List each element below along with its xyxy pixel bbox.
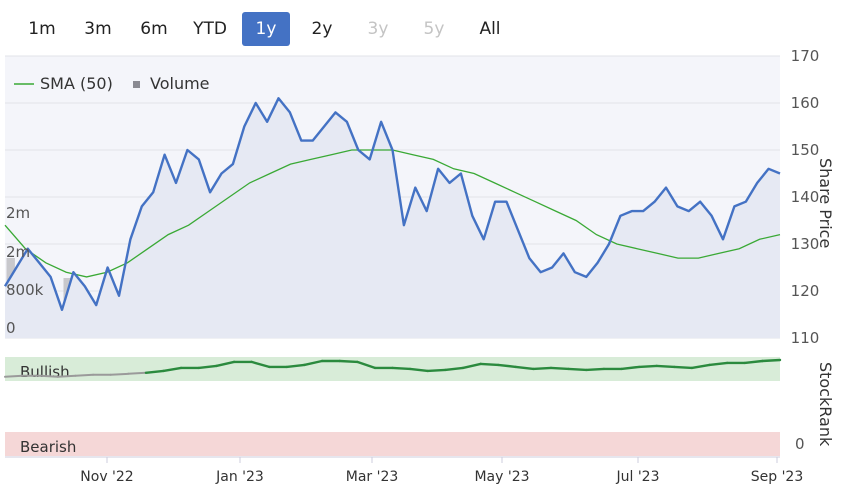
x-tick-label: Jul '23 xyxy=(615,469,659,485)
stockrank-zero-label: 0 xyxy=(795,435,805,453)
volume-legend-swatch xyxy=(133,81,140,88)
stockrank-segment xyxy=(479,362,500,367)
price-tick-label: 160 xyxy=(791,94,820,112)
stockrank-segment xyxy=(673,365,694,370)
price-tick-label: 120 xyxy=(791,282,820,300)
stockrank-segment xyxy=(391,366,412,371)
stockrank-segment xyxy=(74,373,95,377)
bullish-label: Bullish xyxy=(20,363,70,381)
volume-tick-label: 2m xyxy=(6,243,30,261)
stockrank-segment xyxy=(426,368,447,373)
stockrank-segment xyxy=(549,366,570,371)
stockrank-segment xyxy=(585,367,606,372)
stockrank-segment xyxy=(4,374,24,378)
price-axis-title: Share Price xyxy=(816,158,835,248)
stockrank-segment xyxy=(532,366,553,371)
price-tick-label: 140 xyxy=(791,188,820,206)
bearish-zone xyxy=(5,432,780,456)
volume-legend-label[interactable]: Volume xyxy=(150,74,210,93)
stockrank-segment xyxy=(109,372,130,376)
stockrank-segment xyxy=(761,358,782,363)
stockrank-segment xyxy=(567,367,588,372)
stockrank-axis-title: StockRank xyxy=(816,362,835,447)
stockrank-segment xyxy=(127,371,147,375)
x-tick-label: May '23 xyxy=(474,469,529,485)
stockrank-segment xyxy=(39,374,59,378)
x-tick-label: Mar '23 xyxy=(346,469,399,485)
price-tick-label: 110 xyxy=(791,329,820,347)
price-axis-ticks: 110 120 130 140 150 160 170 xyxy=(791,47,820,347)
price-tick-label: 150 xyxy=(791,141,820,159)
stockrank-segment xyxy=(56,374,77,378)
price-tick-label: 170 xyxy=(791,47,820,65)
stockrank-segment xyxy=(655,364,676,369)
stockrank-segment xyxy=(637,364,658,369)
x-tick-label: Jan '23 xyxy=(215,469,264,485)
x-axis-ticks: Nov '22 Jan '23 Mar '23 May '23 Jul '23 Sep '… xyxy=(80,457,803,485)
price-tick-label: 130 xyxy=(791,235,820,253)
volume-tick-label: 800k xyxy=(6,281,44,299)
bearish-label: Bearish xyxy=(20,438,76,456)
price-chart: 110 120 130 140 150 160 170 0 800k 2m 2m SMA (50)… xyxy=(3,47,835,485)
stockrank-segment xyxy=(338,359,359,364)
x-tick-label: Nov '22 xyxy=(80,469,133,485)
volume-tick-label: 0 xyxy=(6,319,16,337)
sma-legend-label[interactable]: SMA (50) xyxy=(40,74,113,93)
volume-tick-label: 2m xyxy=(6,204,30,222)
x-tick-label: Sep '23 xyxy=(751,469,804,485)
